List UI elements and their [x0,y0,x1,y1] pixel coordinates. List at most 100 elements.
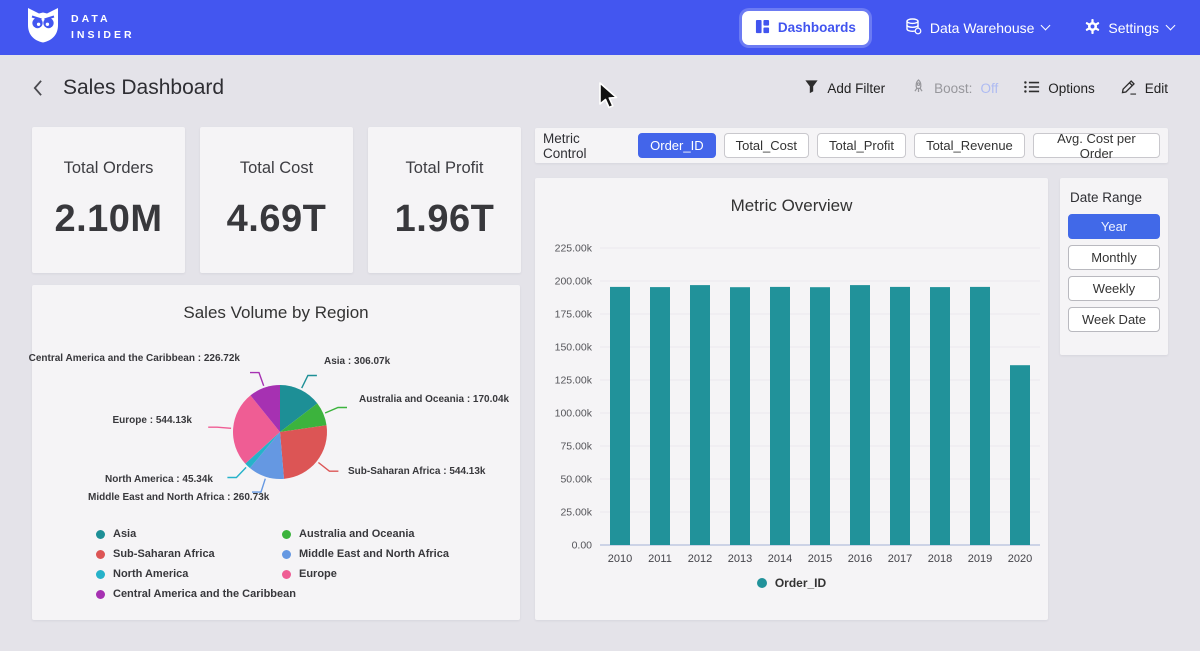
bar-2015[interactable] [810,287,830,545]
legend-dot-icon [96,550,105,559]
y-axis-tick-label: 0.00 [572,540,593,552]
back-button[interactable] [32,79,43,97]
kpi-value: 2.10M [54,198,162,241]
dashboard-grid-icon [755,19,770,37]
pie-leader-line [208,427,231,428]
bar-2014[interactable] [770,287,790,545]
date-range-option-year[interactable]: Year [1068,214,1160,239]
legend-dot-icon [282,530,291,539]
y-axis-tick-label: 175.00k [555,309,593,321]
metric-control-bar: Metric Control Order_ID Total_Cost Total_P… [535,128,1168,163]
x-axis-tick-label: 2019 [968,553,992,565]
pie-legend-item-central-america-and-the-caribbean[interactable]: Central America and the Caribbean [96,588,296,600]
bar-2010[interactable] [610,287,630,545]
pie-data-label-middle-east-and-north-africa: Middle East and North Africa : 260.73k [88,492,269,503]
x-axis-tick-label: 2012 [688,553,712,565]
pie-data-label-north-america: North America : 45.34k [105,474,213,485]
top-navbar: DATA INSIDER Dashboards [0,0,1200,55]
kpi-label: Total Cost [240,159,313,178]
pie-data-label-australia-and-oceania: Australia and Oceania : 170.04k [359,394,509,405]
metric-options: Order_ID Total_Cost Total_Profit Total_Reve… [638,133,1160,158]
settings-menu[interactable]: Settings [1085,19,1174,37]
database-icon [905,18,922,38]
bar-2013[interactable] [730,287,750,545]
pie-legend-item-europe[interactable]: Europe [282,568,449,580]
y-axis-tick-label: 200.00k [555,276,593,288]
date-range-option-weekly[interactable]: Weekly [1068,276,1160,301]
bar-2020[interactable] [1010,365,1030,545]
gear-icon [1085,19,1100,37]
data-warehouse-menu[interactable]: Data Warehouse [905,18,1050,38]
y-axis-tick-label: 100.00k [555,408,593,420]
pie-legend-item-sub-saharan-africa[interactable]: Sub-Saharan Africa [96,548,296,560]
y-axis-tick-label: 225.00k [555,243,593,255]
y-axis-tick-label: 25.00k [560,507,592,519]
bar-2012[interactable] [690,285,710,545]
bar-chart-title: Metric Overview [535,178,1048,216]
options-button[interactable]: Options [1024,80,1095,97]
kpi-label: Total Orders [64,159,154,178]
pie-data-label-central-america-and-the-caribbean: Central America and the Caribbean : 226.… [29,353,240,364]
app-root: DATA INSIDER Dashboards [0,0,1200,651]
legend-label: North America [113,568,188,580]
x-axis-tick-label: 2020 [1008,553,1032,565]
pie-slice-sub-saharan-africa[interactable] [280,425,327,479]
y-axis-tick-label: 125.00k [555,375,593,387]
chevron-down-icon [1166,21,1176,31]
date-range-option-week-date[interactable]: Week Date [1068,307,1160,332]
legend-dot-icon [96,570,105,579]
pie-leader-line [227,467,246,477]
legend-label: Middle East and North Africa [299,548,449,560]
bar-2019[interactable] [970,287,990,545]
edit-button[interactable]: Edit [1121,79,1168,98]
bar-2011[interactable] [650,287,670,545]
metric-control-label: Metric Control [543,131,625,161]
legend-label: Europe [299,568,337,580]
bar-chart-legend[interactable]: Order_ID [535,576,1048,590]
chevron-down-icon [1041,21,1051,31]
pie-legend-item-middle-east-and-north-africa[interactable]: Middle East and North Africa [282,548,449,560]
legend-dot-icon [282,550,291,559]
metric-option-avg-cost-per-order[interactable]: Avg. Cost per Order [1033,133,1160,158]
pencil-edit-icon [1121,79,1137,98]
bar-2016[interactable] [850,285,870,545]
legend-label: Sub-Saharan Africa [113,548,215,560]
pie-legend-item-asia[interactable]: Asia [96,528,296,540]
owl-logo-icon [26,6,60,49]
kpi-total-cost: Total Cost 4.69T [200,127,353,273]
nav-actions: Dashboards Data Warehouse [742,11,1174,45]
kpi-total-orders: Total Orders 2.10M [32,127,185,273]
brand-logo[interactable]: DATA INSIDER [26,6,135,49]
pie-leader-line [302,376,317,389]
kpi-label: Total Profit [406,159,484,178]
bar-chart-card: Metric Overview 225.00k200.00k175.00k150… [535,178,1048,620]
add-filter-button[interactable]: Add Filter [804,79,885,97]
pie-leader-line [318,463,338,472]
metric-option-total-revenue[interactable]: Total_Revenue [914,133,1025,158]
legend-dot-icon [96,590,105,599]
kpi-value: 4.69T [227,198,327,241]
metric-option-order-id[interactable]: Order_ID [638,133,715,158]
bar-chart: 225.00k200.00k175.00k150.00k125.00k100.0… [535,228,1048,573]
boost-toggle[interactable]: Boost: Off [911,79,998,97]
pie-legend-item-australia-and-oceania[interactable]: Australia and Oceania [282,528,449,540]
filter-funnel-icon [804,79,819,97]
date-range-option-monthly[interactable]: Monthly [1068,245,1160,270]
x-axis-tick-label: 2015 [808,553,832,565]
kpi-value: 1.96T [395,198,495,241]
y-axis-tick-label: 50.00k [560,474,592,486]
bar-2017[interactable] [890,287,910,545]
x-axis-tick-label: 2011 [648,553,672,565]
dashboards-button[interactable]: Dashboards [742,11,869,45]
pie-legend-item-north-america[interactable]: North America [96,568,296,580]
brand-name: DATA INSIDER [71,12,135,44]
metric-option-total-profit[interactable]: Total_Profit [817,133,906,158]
pie-data-label-europe: Europe : 544.13k [113,415,192,426]
metric-option-total-cost[interactable]: Total_Cost [724,133,809,158]
bar-2018[interactable] [930,287,950,545]
legend-label: Order_ID [775,576,826,590]
pie-leader-line [325,408,347,414]
legend-dot-icon [282,570,291,579]
rocket-icon [911,79,926,97]
page-header: Sales Dashboard Add Filter [0,55,1200,121]
